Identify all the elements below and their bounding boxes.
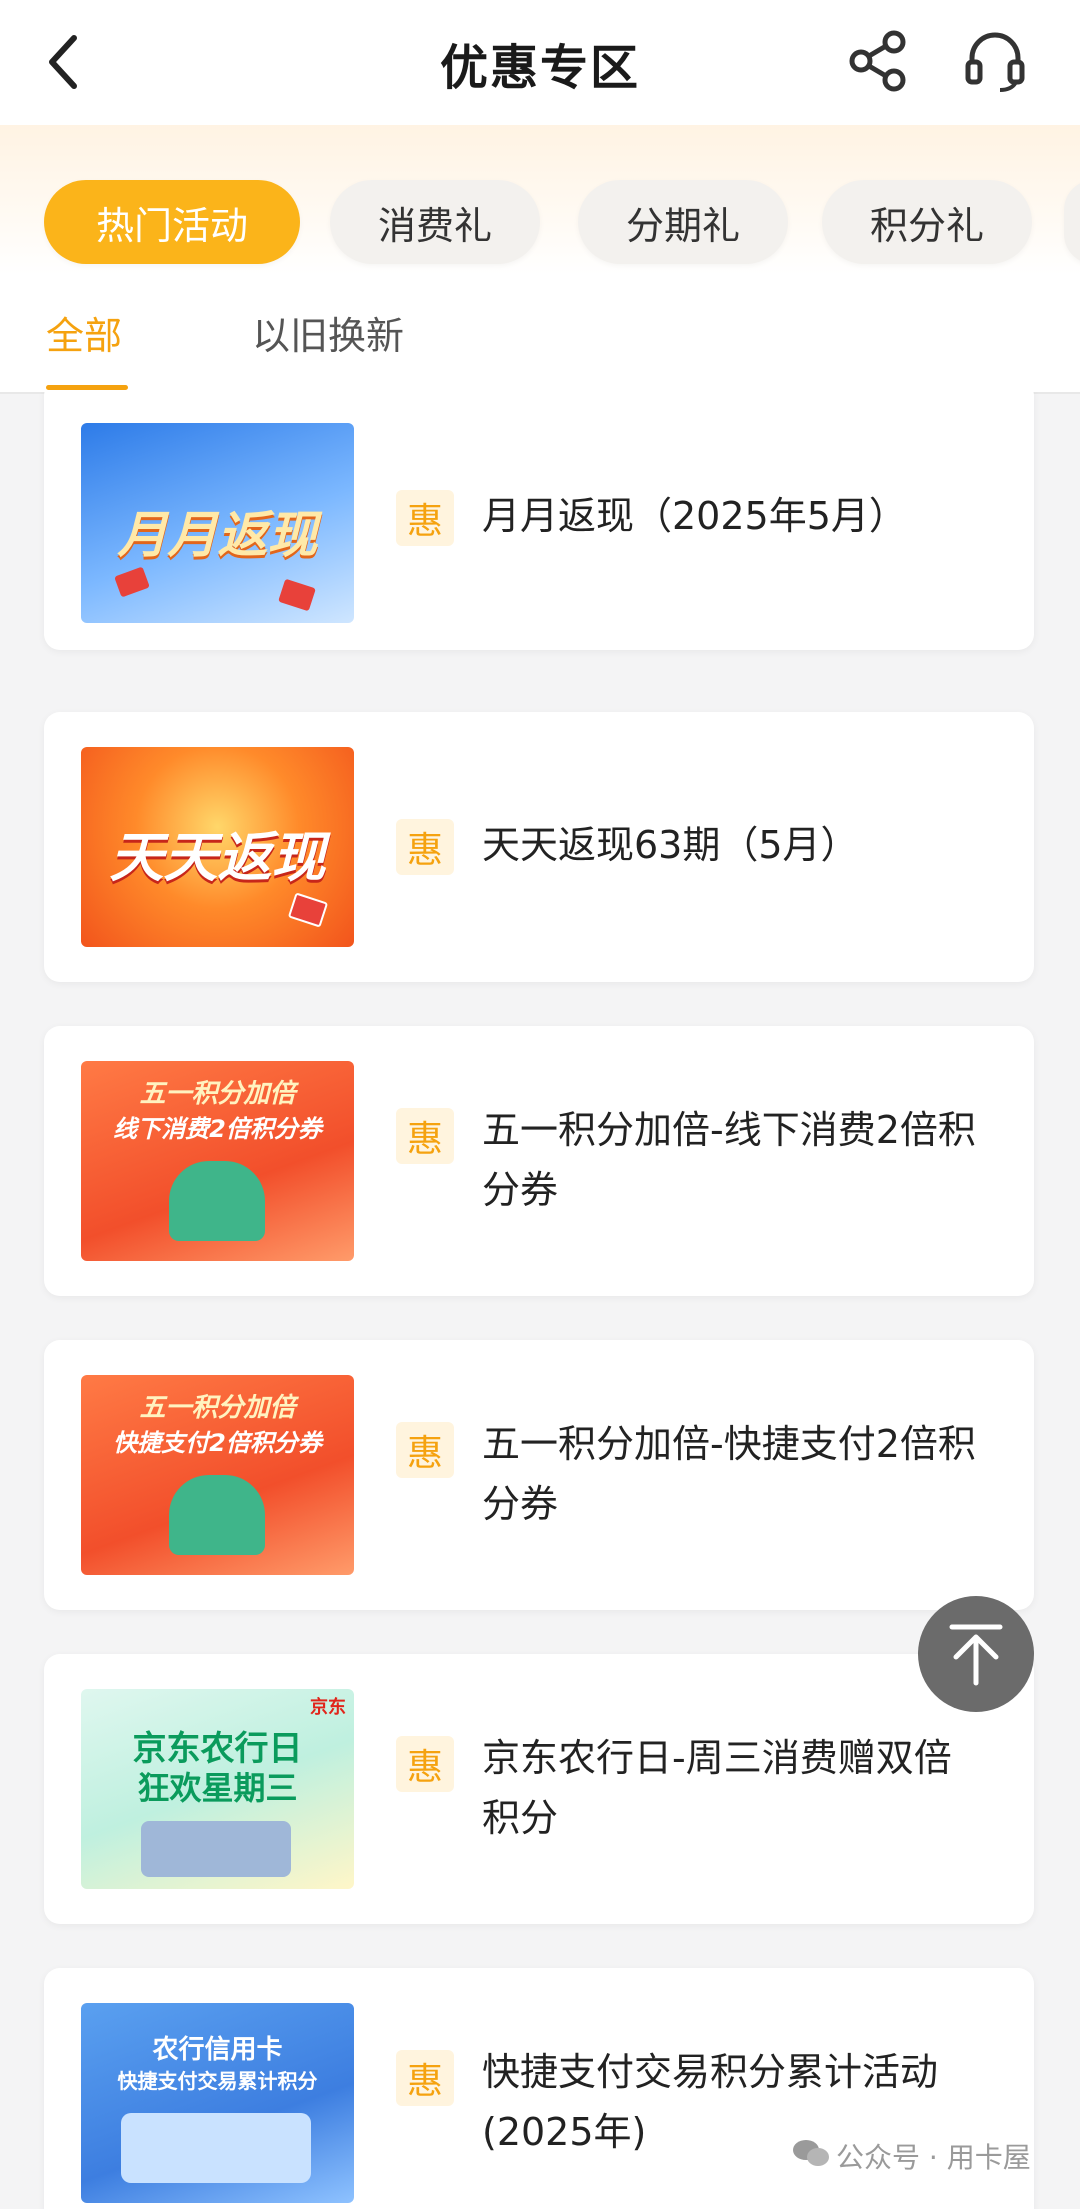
watermark-text: 公众号 · 用卡屋 [836, 2141, 1031, 2174]
customer-service-icon[interactable] [960, 26, 1030, 96]
active-tab-indicator [46, 385, 128, 390]
category-pill-consume[interactable]: 消费礼 [330, 180, 540, 264]
promotion-list: 月月返现 惠 月月返现（2025年5月） 天天返现 惠 天天返现63期（5月） … [0, 392, 1080, 2209]
scroll-to-top-button[interactable] [918, 1596, 1034, 1712]
category-pill-more[interactable] [1064, 180, 1080, 264]
share-icon[interactable] [846, 28, 912, 94]
promotion-card[interactable]: 五一积分加倍 快捷支付2倍积分券 惠 五一积分加倍-快捷支付2倍积分券 [44, 1340, 1034, 1610]
thumbnail-text: 月月返现 [117, 506, 318, 564]
phone-illustration [121, 2113, 311, 2183]
thumbnail-text: 天天返现 [109, 826, 326, 889]
promotion-thumbnail: 五一积分加倍 快捷支付2倍积分券 [81, 1375, 354, 1575]
thumbnail-text: 农行信用卡 [152, 2035, 283, 2065]
category-pill-hot[interactable]: 热门活动 [44, 180, 300, 264]
thumbnail-text: 快捷支付交易累计积分 [117, 2069, 318, 2093]
promotion-title: 京东农行日-周三消费赠双倍积分 [482, 1736, 952, 1840]
app-header: 优惠专区 [0, 0, 1080, 125]
thumbnail-text: 线下消费2倍积分券 [113, 1115, 322, 1143]
mascot-image [169, 1475, 265, 1555]
products-image [141, 1821, 291, 1877]
page-title: 优惠专区 [439, 40, 640, 96]
thumbnail-text: 快捷支付2倍积分券 [113, 1429, 322, 1457]
promotion-card[interactable]: 天天返现 惠 天天返现63期（5月） [44, 712, 1034, 982]
promotion-thumbnail: 天天返现 [81, 747, 354, 947]
red-packet-icon [287, 892, 329, 928]
promo-badge: 惠 [396, 819, 454, 875]
promo-badge: 惠 [396, 2050, 454, 2106]
tab-all[interactable]: 全部 [46, 305, 122, 360]
category-pill-installment[interactable]: 分期礼 [578, 180, 788, 264]
tab-trade-in[interactable]: 以旧换新 [252, 305, 404, 360]
category-pill-points[interactable]: 积分礼 [822, 180, 1032, 264]
sub-tab-bar: 全部 以旧换新 [0, 275, 1080, 394]
red-packet-icon [114, 566, 150, 598]
promotion-title: 天天返现63期（5月） [482, 823, 859, 867]
promotion-thumbnail: 五一积分加倍 线下消费2倍积分券 [81, 1061, 354, 1261]
promo-badge: 惠 [396, 1422, 454, 1478]
arrow-up-icon [949, 1624, 1003, 1686]
promotion-thumbnail: 京东 京东农行日 狂欢星期三 [81, 1689, 354, 1889]
watermark: 公众号 · 用卡屋 [792, 2136, 1031, 2176]
promotion-card[interactable]: 月月返现 惠 月月返现（2025年5月） [44, 392, 1034, 650]
promo-badge: 惠 [396, 1108, 454, 1164]
promotion-card[interactable]: 京东 京东农行日 狂欢星期三 惠 京东农行日-周三消费赠双倍积分 [44, 1654, 1034, 1924]
red-packet-icon [278, 578, 316, 612]
promotion-thumbnail: 月月返现 [81, 423, 354, 623]
thumbnail-text: 京东 [310, 1697, 346, 1718]
wechat-icon [792, 2138, 830, 2175]
thumbnail-text: 五一积分加倍 [139, 1079, 296, 1109]
thumbnail-text: 五一积分加倍 [139, 1393, 296, 1423]
mascot-image [169, 1161, 265, 1241]
promotion-title: 五一积分加倍-线下消费2倍积分券 [482, 1108, 976, 1212]
promotion-title: 月月返现（2025年5月） [482, 494, 907, 538]
promotion-title: 五一积分加倍-快捷支付2倍积分券 [482, 1422, 976, 1526]
thumbnail-text: 狂欢星期三 [137, 1769, 298, 1807]
promotion-card[interactable]: 五一积分加倍 线下消费2倍积分券 惠 五一积分加倍-线下消费2倍积分券 [44, 1026, 1034, 1296]
promotion-thumbnail: 农行信用卡 快捷支付交易累计积分 [81, 2003, 354, 2203]
promo-badge: 惠 [396, 1736, 454, 1792]
promo-badge: 惠 [396, 490, 454, 546]
category-pill-bar: 热门活动 消费礼 分期礼 积分礼 [0, 125, 1080, 275]
